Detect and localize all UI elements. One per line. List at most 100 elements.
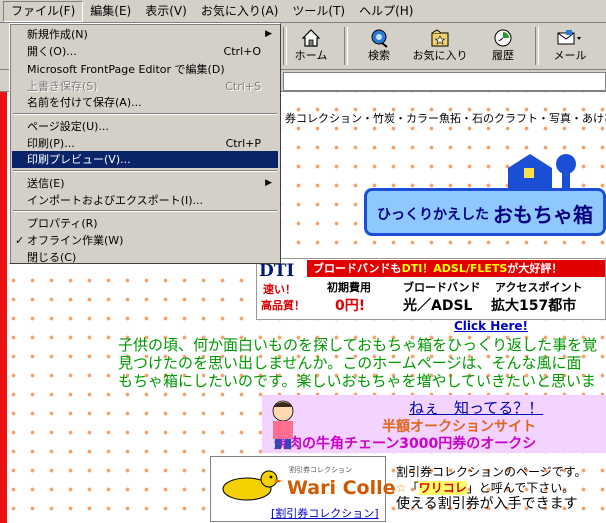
menu-item-label: プロパティ(R) (27, 217, 98, 230)
wari-description: 割引券コレクションのページです。 ☆「ワリコレ」と呼んで下さい。 使える割引券が… (396, 464, 587, 512)
search-label: 検索 (368, 49, 390, 62)
child-illustration-icon (264, 399, 302, 449)
menu-item-label: Microsoft FrontPage Editor で編集(D) (27, 63, 225, 76)
wari-nickname: ワリコレ (418, 481, 467, 495)
intro-line: 子供の頃、何か面白いものを探しておもちゃ箱をひっくり返した事を覚 (118, 336, 598, 354)
menu-item-label: オフライン作業(W) (27, 234, 124, 247)
duck-icon (217, 467, 283, 506)
menu-item-label: 開く(O)... (27, 45, 77, 58)
auction-ad-banner[interactable]: ねぇ 知ってる？！ 半額オークションサイト 焼肉の牛角チェーン3000円券のオー… (262, 395, 606, 453)
menu-item-label: ページ設定(U)... (27, 120, 109, 133)
menu-separator (13, 210, 277, 212)
menu-item-label: 名前を付けて保存(A)... (27, 96, 142, 109)
menu-item-properties[interactable]: プロパティ(R) (12, 215, 278, 232)
dti-header-post: が大好評！ (507, 262, 563, 275)
dti-quality: 高品質！ (261, 299, 305, 312)
wari-logo: Wari Colle (287, 477, 396, 499)
menu-bar: ファイル(F) 編集(E) 表示(V) お気に入り(A) ツール(T) ヘルプ(… (0, 0, 606, 23)
home-label: ホーム (294, 49, 328, 62)
menu-item-label: 印刷(P)... (27, 137, 75, 150)
intro-text: 子供の頃、何か面白いものを探しておもちゃ箱をひっくり返した事を覚 見つけたのを思… (118, 336, 606, 390)
dti-ad-banner[interactable]: DTI ブロードバンドもDTI！ADSL/FLETSが大好評！ 速い！ 高品質！… (256, 258, 606, 320)
menu-item-label: 上書き保存(S) (27, 80, 98, 93)
menu-item-open[interactable]: 開く(O)... Ctrl+O (12, 43, 278, 60)
toybox-title: おもちゃ箱 (493, 203, 593, 227)
star-icon: ☆ (396, 481, 407, 495)
history-button[interactable]: 履歴 (474, 25, 532, 67)
dti-col1-top: 初期費用 (327, 281, 371, 294)
menu-item-close[interactable]: 閉じる(C) (12, 249, 278, 266)
wari-quote-close: 」と呼んで下さい。 (466, 481, 575, 495)
toolbar-separator (535, 27, 539, 65)
menu-item-label: インポートおよびエクスポート(I)... (27, 194, 203, 207)
toolbar-separator (344, 27, 348, 65)
toybox-small-text: ひっくりかえした (377, 207, 489, 223)
toybox-banner[interactable]: ひっくりかえした おもちゃ箱 (364, 188, 606, 236)
menu-item-label: 新規作成(N) (27, 28, 88, 41)
menu-file[interactable]: ファイル(F) (3, 0, 84, 22)
favorites-button[interactable]: お気に入り (411, 25, 469, 67)
dti-header-highlight: DTI！ADSL/FLETS (401, 262, 508, 275)
submenu-arrow-icon: ▶ (265, 29, 272, 39)
intro-line: もちゃ箱にしたいのです。楽しいおもちゃを増やしていきたいと思いま (118, 372, 597, 390)
menu-favorites[interactable]: お気に入り(A) (194, 2, 286, 21)
dti-col3-top: アクセスポイント (495, 281, 583, 294)
menu-item-edit-frontpage[interactable]: Microsoft FrontPage Editor で編集(D) (12, 61, 278, 78)
menu-item-print-preview[interactable]: 印刷プレビュー(V)... (12, 151, 278, 168)
menu-separator (13, 170, 277, 172)
menu-item-new[interactable]: 新規作成(N) ▶ (12, 26, 278, 43)
wari-desc-line: 使える割引券が入手できます (396, 496, 578, 512)
menu-view[interactable]: 表示(V) (138, 2, 194, 21)
dti-col3-bottom: 拡大157都市 (491, 298, 577, 314)
address-input[interactable] (283, 72, 606, 91)
mail-icon (541, 27, 599, 49)
menu-separator (13, 113, 277, 115)
submenu-arrow-icon: ▶ (265, 178, 272, 188)
history-icon (474, 27, 532, 49)
wari-small-text: 割引券コレクション (289, 466, 352, 474)
menu-item-label: 送信(E) (27, 177, 65, 190)
checkmark-icon: ✓ (15, 234, 25, 247)
auction-ad-headline: ねぇ 知ってる？！ (409, 399, 544, 417)
menu-item-shortcut: Ctrl+S (225, 80, 261, 93)
menu-item-label: 閉じる(C) (27, 251, 77, 264)
menu-item-label: 印刷プレビュー(V)... (27, 153, 131, 166)
search-icon (350, 27, 408, 49)
left-red-border (0, 92, 7, 523)
house-icon (500, 150, 580, 190)
menu-item-save: 上書き保存(S) Ctrl+S (12, 78, 278, 95)
menu-edit[interactable]: 編集(E) (83, 2, 138, 21)
mail-label: メール (553, 49, 587, 62)
home-button[interactable]: ホーム (282, 25, 340, 67)
file-menu-dropdown: 新規作成(N) ▶ 開く(O)... Ctrl+O Microsoft FrontPag… (9, 23, 281, 264)
history-label: 履歴 (492, 49, 514, 62)
menu-item-save-as[interactable]: 名前を付けて保存(A)... (12, 94, 278, 111)
click-here-link[interactable]: Click Here! (454, 319, 528, 333)
menu-item-print[interactable]: 印刷(P)... Ctrl+P (12, 135, 278, 152)
favorites-label: お気に入り (412, 49, 468, 62)
wari-desc-line: ☆「ワリコレ」と呼んで下さい。 (396, 480, 587, 496)
menu-help[interactable]: ヘルプ(H) (352, 2, 420, 21)
intro-line: 見つけたのを思い出しませんか。このホームページは、そんな風に面 (118, 354, 582, 372)
menu-item-work-offline[interactable]: ✓ オフライン作業(W) (12, 232, 278, 249)
dti-col2-bottom: 光／ADSL (403, 298, 473, 314)
menu-item-shortcut: Ctrl+O (223, 45, 261, 58)
search-button[interactable]: 検索 (350, 25, 408, 67)
wari-desc-line: 割引券コレクションのページです。 (396, 465, 587, 479)
auction-ad-description: 焼肉の牛角チェーン3000円券のオークシ (274, 436, 537, 452)
dti-header-pre: ブロードバンドも (313, 262, 402, 275)
mail-button[interactable]: メール (541, 25, 599, 67)
favorites-icon (411, 27, 469, 49)
menu-item-shortcut: Ctrl+P (225, 137, 261, 150)
menu-item-send[interactable]: 送信(E) ▶ (12, 175, 278, 192)
wari-colle-banner[interactable]: 割引券コレクション Wari Colle [割引券コレクション] (210, 456, 396, 522)
menu-item-page-setup[interactable]: ページ設定(U)... (12, 118, 278, 135)
home-icon (282, 27, 340, 49)
category-ticker: 券コレクション・竹炭・カラー魚拓・石のクラフト・写真・あけび細工など (285, 112, 606, 125)
dti-col1-bottom: 0円! (335, 298, 366, 314)
menu-item-import-export[interactable]: インポートおよびエクスポート(I)... (12, 192, 278, 209)
wari-quote-open: 「 (406, 481, 419, 495)
dti-fast: 速い！ (263, 283, 296, 296)
wari-link[interactable]: [割引券コレクション] (271, 505, 379, 521)
menu-tools[interactable]: ツール(T) (285, 2, 352, 21)
